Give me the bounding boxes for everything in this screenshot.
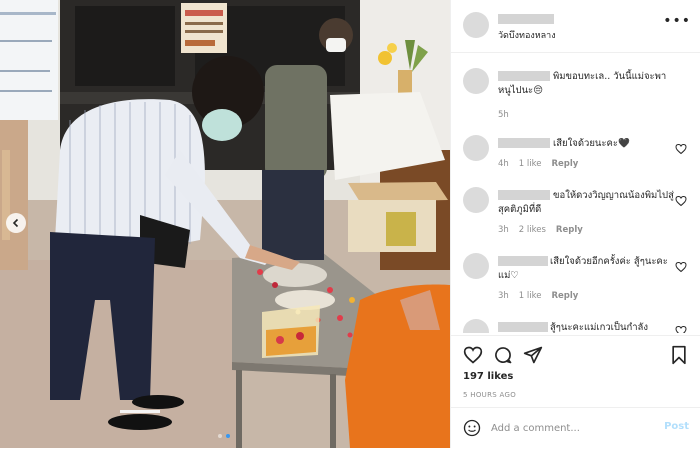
comment-icon[interactable] bbox=[493, 345, 513, 365]
chevron-left-icon bbox=[12, 218, 19, 228]
comment-likes[interactable]: 1 like bbox=[519, 291, 542, 301]
commenter-avatar[interactable] bbox=[463, 135, 489, 161]
comment-meta: 3h 2 likes Reply bbox=[498, 225, 583, 235]
like-comment-heart-icon[interactable] bbox=[675, 195, 687, 207]
photo-scene bbox=[0, 0, 450, 448]
comment-text: เสียใจด้วยอีกครั้งค่ะ สู้ๆนะคะแม่♡ bbox=[498, 256, 668, 281]
emoji-icon[interactable] bbox=[463, 419, 481, 437]
comment-meta: 4h 1 like Reply bbox=[498, 159, 578, 169]
comment-time: 5h bbox=[498, 110, 509, 120]
comment-time: 4h bbox=[498, 159, 509, 169]
reply-button[interactable]: Reply bbox=[551, 291, 578, 301]
comment-composer: Post bbox=[451, 407, 700, 449]
comment-likes[interactable]: 2 likes bbox=[519, 225, 546, 235]
comments-list: พิมขอบทะเล.. วันนี้แม่จะพาหนูไปนะ😔 5h เส… bbox=[451, 53, 700, 333]
post-sidebar: วัดบึงทองหลาง ••• พิมขอบทะเล.. วันนี้แม่… bbox=[450, 0, 700, 448]
comment-meta: 5h bbox=[498, 110, 509, 120]
carousel-dot-active bbox=[226, 434, 230, 438]
author-avatar[interactable] bbox=[463, 12, 489, 38]
like-comment-heart-icon[interactable] bbox=[675, 325, 687, 333]
like-comment-heart-icon[interactable] bbox=[675, 143, 687, 155]
post-location[interactable]: วัดบึงทองหลาง bbox=[498, 28, 556, 42]
bookmark-icon[interactable] bbox=[669, 345, 689, 365]
comment-text: พิมขอบทะเล.. วันนี้แม่จะพาหนูไปนะ😔 bbox=[498, 71, 667, 96]
comment-likes[interactable]: 1 like bbox=[519, 159, 542, 169]
comment-time: 3h bbox=[498, 291, 509, 301]
commenter-avatar[interactable] bbox=[463, 68, 489, 94]
comment-input[interactable] bbox=[491, 419, 641, 437]
carousel-dots bbox=[218, 434, 230, 438]
previous-photo-button[interactable] bbox=[6, 213, 26, 233]
comment-text: สู้ๆนะคะแม่เกวเป็นกำลัง bbox=[550, 322, 648, 333]
share-icon[interactable] bbox=[523, 345, 543, 365]
like-count[interactable]: 197 likes bbox=[463, 371, 513, 382]
commenter-avatar[interactable] bbox=[463, 187, 489, 213]
post-header: วัดบึงทองหลาง ••• bbox=[451, 0, 700, 53]
carousel-dot bbox=[218, 434, 222, 438]
heart-icon[interactable] bbox=[463, 345, 483, 365]
commenter-avatar[interactable] bbox=[463, 319, 489, 333]
comment-text: เสียใจด้วยนะคะ🖤 bbox=[553, 138, 630, 149]
post-photo[interactable] bbox=[0, 0, 450, 448]
post-timestamp: 5 HOURS AGO bbox=[463, 391, 517, 399]
author-name-redacted[interactable] bbox=[498, 14, 554, 24]
comment-time: 3h bbox=[498, 225, 509, 235]
reply-button[interactable]: Reply bbox=[551, 159, 578, 169]
like-comment-heart-icon[interactable] bbox=[675, 261, 687, 273]
more-options-button[interactable]: ••• bbox=[663, 13, 691, 29]
post-comment-button[interactable]: Post bbox=[664, 421, 689, 432]
commenter-avatar[interactable] bbox=[463, 253, 489, 279]
instagram-post: วัดบึงทองหลาง ••• พิมขอบทะเล.. วันนี้แม่… bbox=[0, 0, 700, 448]
reply-button[interactable]: Reply bbox=[556, 225, 583, 235]
comment-meta: 3h 1 like Reply bbox=[498, 291, 578, 301]
comment-text: ขอให้ดวงวิญญาณน้องพิมไปสู่สุคติภูมิที่ดี bbox=[498, 190, 674, 215]
